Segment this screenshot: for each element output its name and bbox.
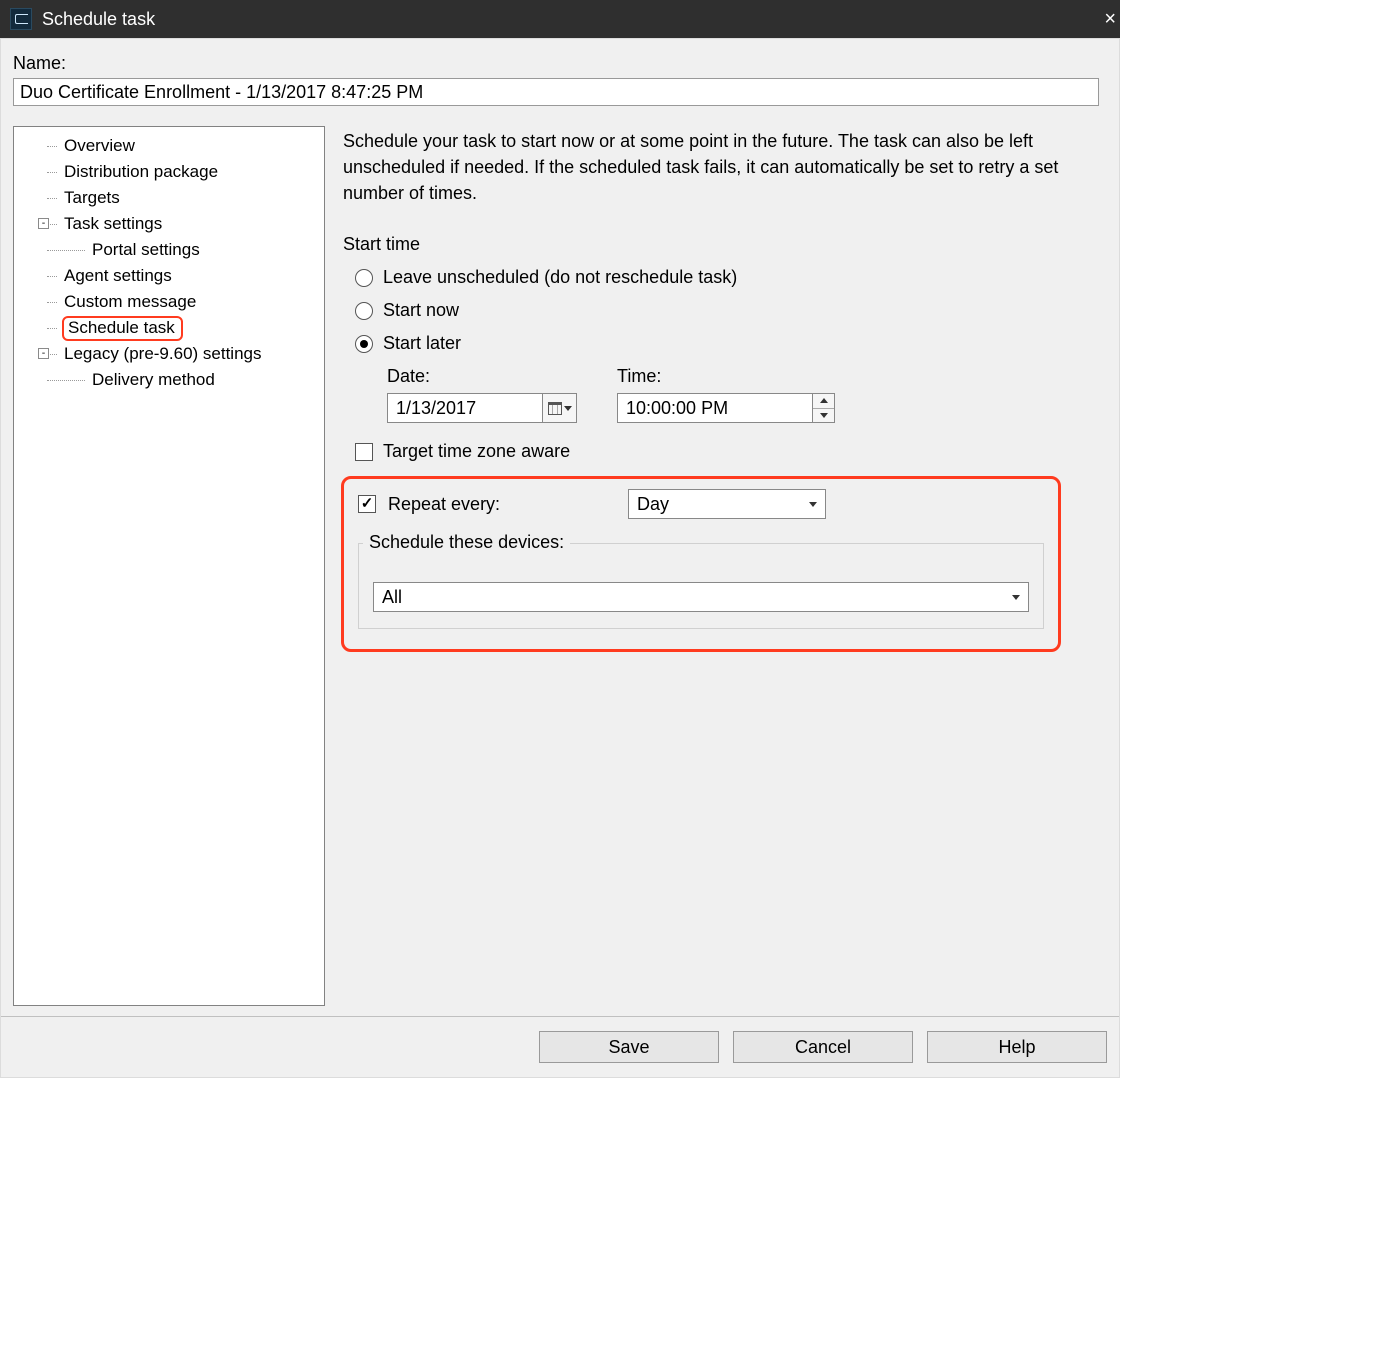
spin-up-button[interactable]: [813, 394, 834, 409]
time-picker[interactable]: 10:00:00 PM: [617, 393, 835, 423]
repeat-value: Day: [629, 494, 801, 515]
radio-label: Leave unscheduled (do not reschedule tas…: [383, 267, 737, 288]
radio-icon[interactable]: [355, 269, 373, 287]
radio-label: Start now: [383, 300, 459, 321]
radio-start-now[interactable]: Start now: [355, 300, 1107, 321]
tree-item-portal-settings[interactable]: Portal settings: [14, 237, 324, 263]
repeat-interval-select[interactable]: Day: [628, 489, 826, 519]
tree-item-distribution-package[interactable]: Distribution package: [14, 159, 324, 185]
date-field: Date: 1/13/2017: [387, 366, 577, 423]
button-bar: Save Cancel Help: [1, 1016, 1119, 1077]
schedule-devices-legend: Schedule these devices:: [363, 532, 570, 553]
radio-start-later[interactable]: Start later: [355, 333, 1107, 354]
tree-item-targets[interactable]: Targets: [14, 185, 324, 211]
radio-icon[interactable]: [355, 302, 373, 320]
checkbox-label: Target time zone aware: [383, 441, 570, 462]
window-title: Schedule task: [42, 9, 155, 30]
help-button[interactable]: Help: [927, 1031, 1107, 1063]
chevron-up-icon: [820, 398, 828, 403]
date-dropdown-button[interactable]: [542, 394, 576, 422]
checkbox-target-timezone[interactable]: Target time zone aware: [355, 441, 1107, 462]
chevron-down-icon: [1004, 595, 1028, 600]
repeat-label: Repeat every:: [388, 494, 616, 515]
date-value: 1/13/2017: [388, 398, 542, 419]
tree-item-delivery-method[interactable]: Delivery method: [14, 367, 324, 393]
tree-item-schedule-task[interactable]: Schedule task: [14, 315, 324, 341]
schedule-devices-fieldset: Schedule these devices: All: [358, 543, 1044, 629]
name-label: Name:: [13, 53, 1107, 74]
chevron-down-icon: [564, 406, 572, 411]
chevron-down-icon: [820, 413, 828, 418]
date-picker[interactable]: 1/13/2017: [387, 393, 577, 423]
time-value: 10:00:00 PM: [618, 398, 812, 419]
checkbox-icon[interactable]: [355, 443, 373, 461]
repeat-row: Repeat every: Day: [358, 489, 1044, 519]
tree-item-overview[interactable]: Overview: [14, 133, 324, 159]
repeat-section-highlight: Repeat every: Day Schedule these devices…: [341, 476, 1061, 652]
save-button[interactable]: Save: [539, 1031, 719, 1063]
checkbox-repeat[interactable]: [358, 495, 376, 513]
app-icon: [10, 8, 32, 30]
tree-item-legacy-settings[interactable]: - Legacy (pre-9.60) settings: [14, 341, 324, 367]
time-label: Time:: [617, 366, 835, 387]
tree-item-task-settings[interactable]: - Task settings: [14, 211, 324, 237]
chevron-down-icon: [801, 502, 825, 507]
description-text: Schedule your task to start now or at so…: [343, 128, 1083, 206]
datetime-row: Date: 1/13/2017 Time: 10:00:00 PM: [387, 366, 1107, 423]
calendar-icon: [548, 402, 562, 415]
schedule-devices-select[interactable]: All: [373, 582, 1029, 612]
start-time-label: Start time: [343, 234, 1107, 255]
tree-item-custom-message[interactable]: Custom message: [14, 289, 324, 315]
dialog-body: Name: Overview Distribution package Targ…: [0, 38, 1120, 1078]
content-panel: Schedule your task to start now or at so…: [343, 126, 1107, 1006]
radio-leave-unscheduled[interactable]: Leave unscheduled (do not reschedule tas…: [355, 267, 1107, 288]
schedule-devices-value: All: [374, 587, 1004, 608]
tree-panel: Overview Distribution package Targets - …: [13, 126, 325, 1006]
time-spinner: [812, 394, 834, 422]
tree-item-agent-settings[interactable]: Agent settings: [14, 263, 324, 289]
radio-label: Start later: [383, 333, 461, 354]
collapse-icon[interactable]: -: [38, 218, 49, 229]
collapse-icon[interactable]: -: [38, 348, 49, 359]
radio-icon[interactable]: [355, 335, 373, 353]
name-section: Name:: [1, 39, 1119, 114]
close-icon[interactable]: ×: [1104, 0, 1116, 38]
date-label: Date:: [387, 366, 577, 387]
title-bar: Schedule task ×: [0, 0, 1120, 38]
cancel-button[interactable]: Cancel: [733, 1031, 913, 1063]
name-input[interactable]: [13, 78, 1099, 106]
time-field: Time: 10:00:00 PM: [617, 366, 835, 423]
spin-down-button[interactable]: [813, 409, 834, 423]
